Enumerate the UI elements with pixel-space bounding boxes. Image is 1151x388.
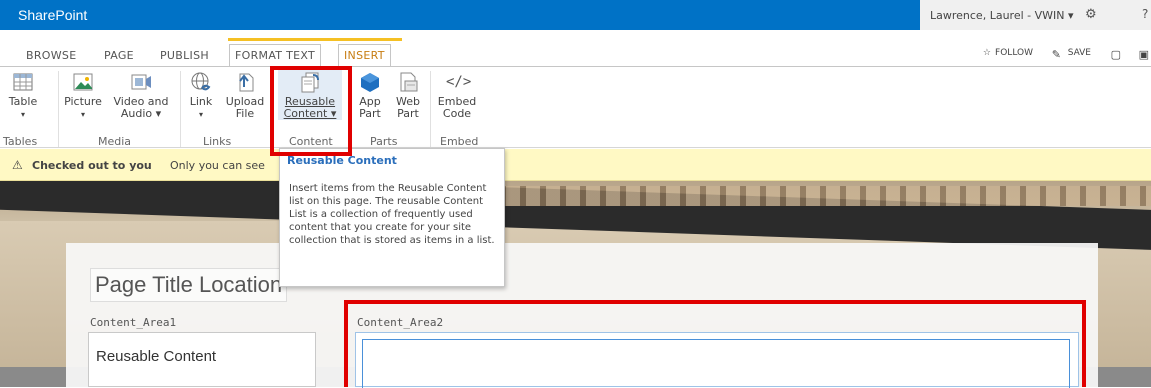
group-separator — [430, 71, 431, 147]
group-label-parts: Parts — [370, 135, 398, 148]
video-audio-button[interactable]: Video and Audio ▾ — [108, 67, 174, 120]
tab-format-text[interactable]: FORMAT TEXT — [229, 44, 322, 66]
user-area: Lawrence, Laurel - VWIN ▾ ⚙ ? — [920, 0, 1151, 30]
page-title-field[interactable]: Page Title Location — [90, 268, 288, 302]
group-label-embed: Embed — [440, 135, 479, 148]
group-separator — [58, 71, 59, 147]
app-part-button[interactable]: App Part — [355, 67, 385, 120]
app-part-icon — [359, 71, 381, 93]
embed-label-2: Code — [442, 107, 472, 120]
group-label-media: Media — [98, 135, 132, 148]
follow-icon[interactable]: ☆ — [983, 48, 991, 58]
app-part-label-2: Part — [359, 107, 381, 120]
link-dropdown: ▾ — [198, 110, 203, 119]
reusable-content-heading: Reusable Content — [96, 348, 217, 365]
web-part-icon — [397, 71, 419, 93]
video-audio-label-2: Audio ▾ — [120, 107, 162, 120]
table-icon — [12, 71, 34, 93]
checkout-status-bold: Checked out to you — [32, 159, 152, 172]
link-button[interactable]: Link ▾ — [185, 67, 217, 121]
table-button[interactable]: Table ▾ — [6, 67, 40, 121]
insert-ribbon: Table ▾ Picture ▾ Video and Audio ▾ Link… — [0, 66, 1151, 148]
table-dropdown: ▾ — [20, 110, 25, 119]
content-area1-label: Content_Area1 — [90, 316, 177, 329]
checkout-status-text: Only you can see — [170, 159, 265, 172]
suite-bar: SharePoint Lawrence, Laurel - VWIN ▾ ⚙ ? — [0, 0, 1151, 30]
follow-button[interactable]: FOLLOW — [995, 48, 1033, 58]
embed-code-button[interactable]: </> Embed Code — [434, 67, 480, 120]
context-tab-indicator — [228, 38, 402, 41]
tab-insert[interactable]: INSERT — [338, 44, 391, 66]
upload-icon — [234, 71, 256, 93]
checkout-status-bar: ⚠ Checked out to you Only you can see — [0, 149, 1151, 181]
upload-file-button[interactable]: Upload File — [223, 67, 267, 120]
code-brackets-icon: </> — [446, 74, 472, 90]
content-area1-zone[interactable]: Reusable Content — [88, 332, 316, 387]
picture-label: Picture — [64, 95, 102, 108]
warning-icon: ⚠ — [12, 158, 23, 172]
group-label-links: Links — [203, 135, 232, 148]
save-button[interactable]: SAVE — [1068, 48, 1091, 58]
link-label: Link — [189, 95, 213, 108]
picture-icon — [72, 71, 94, 93]
globe-link-icon — [190, 71, 212, 93]
picture-button[interactable]: Picture ▾ — [60, 67, 106, 121]
web-part-label-2: Part — [397, 107, 419, 120]
help-icon[interactable]: ? — [1142, 7, 1148, 21]
tab-publish[interactable]: PUBLISH — [160, 49, 209, 62]
save-icon[interactable]: ✎ — [1052, 48, 1061, 61]
picture-dropdown: ▾ — [80, 110, 85, 119]
group-separator — [180, 71, 181, 147]
embed-icon[interactable]: ▣ — [1139, 48, 1149, 61]
tab-browse[interactable]: BROWSE — [26, 49, 76, 62]
video-icon — [130, 71, 152, 93]
focus-icon[interactable]: ▢ — [1111, 48, 1121, 61]
tab-page[interactable]: PAGE — [104, 49, 134, 62]
reusable-content-tooltip: Reusable Content Insert items from the R… — [279, 148, 505, 287]
sharepoint-brand-link[interactable]: SharePoint — [18, 7, 87, 23]
gear-icon[interactable]: ⚙ — [1085, 7, 1097, 22]
upload-label-2: File — [235, 107, 255, 120]
highlight-content-area2 — [344, 300, 1086, 387]
group-label-tables: Tables — [3, 135, 38, 148]
ribbon-tab-row: BROWSE PAGE PUBLISH FORMAT TEXT INSERT ☆… — [0, 30, 1151, 66]
user-menu[interactable]: Lawrence, Laurel - VWIN ▾ — [930, 9, 1074, 22]
tooltip-body: Insert items from the Reusable Content l… — [289, 183, 495, 246]
highlight-reusable-content — [270, 66, 352, 156]
web-part-button[interactable]: Web Part — [392, 67, 424, 120]
table-label: Table — [8, 95, 38, 108]
